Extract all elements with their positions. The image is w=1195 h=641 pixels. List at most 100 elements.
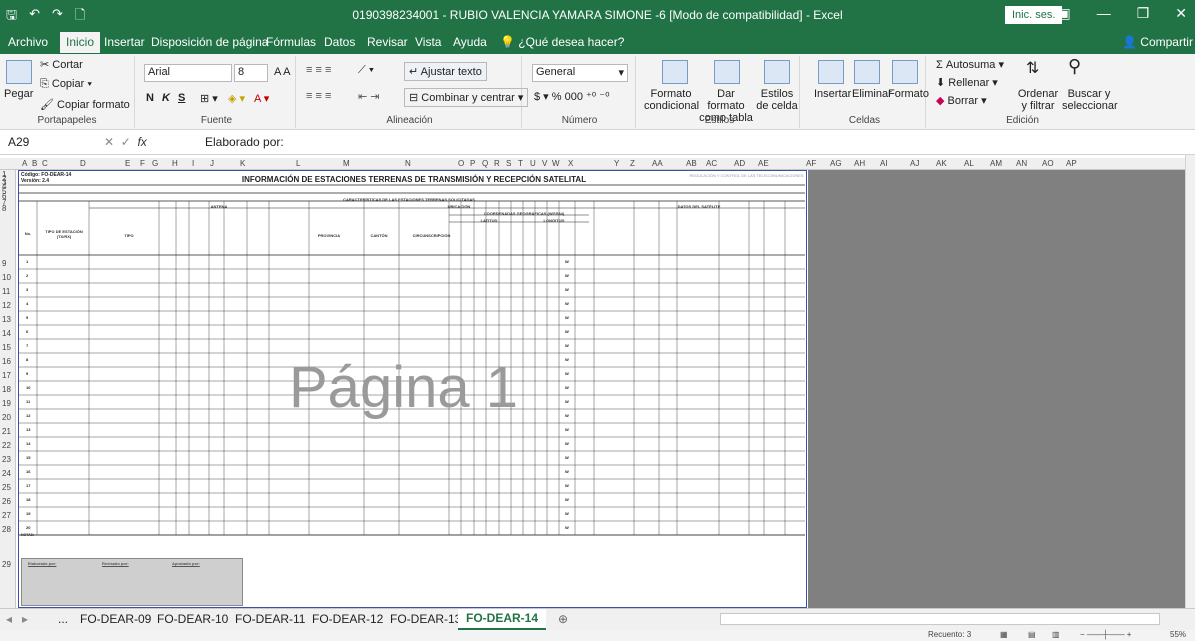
currency-icon[interactable]: $ ▾ % 000 ⁺⁰ ⁻⁰ [534, 90, 610, 103]
column-header[interactable]: Y [614, 159, 619, 168]
italic-button[interactable]: K [162, 92, 170, 104]
column-header[interactable]: C [42, 159, 48, 168]
format-painter-button[interactable]: 🖌 Copiar formato [40, 98, 130, 111]
view-pagebreak-icon[interactable]: ▥ [1052, 630, 1060, 639]
column-header[interactable]: AF [806, 159, 816, 168]
signin-button[interactable]: Inic. ses. [1005, 6, 1063, 24]
column-header[interactable]: B [32, 159, 37, 168]
borders-icon[interactable]: ⊞ ▾ [200, 92, 218, 105]
formula-input[interactable]: Elaborado por: [205, 135, 284, 149]
column-header[interactable]: N [405, 159, 411, 168]
row-header[interactable]: 14 [2, 329, 11, 338]
column-header[interactable]: S [506, 159, 511, 168]
page-break-gray-area[interactable] [808, 170, 1185, 608]
column-header[interactable]: AJ [910, 159, 919, 168]
column-header[interactable]: AK [936, 159, 947, 168]
vertical-scrollbar[interactable] [1185, 155, 1195, 610]
find-select-button[interactable]: Buscar y seleccionar [1062, 88, 1118, 112]
add-sheet-icon[interactable]: ⊕ [558, 612, 568, 626]
horizontal-scrollbar[interactable] [720, 613, 1160, 625]
tab-revisar[interactable]: Revisar [367, 35, 408, 49]
share-button[interactable]: 👤 Compartir [1122, 35, 1193, 49]
ribbon-display-icon[interactable]: ▣ [1057, 5, 1070, 22]
minimize-icon[interactable]: — [1097, 5, 1111, 22]
column-header[interactable]: H [172, 159, 178, 168]
insert-cells-icon[interactable] [818, 60, 844, 84]
conditional-format-button[interactable]: Formato condicional [644, 88, 699, 112]
font-name-box[interactable]: Arial [144, 64, 232, 82]
tab-disposicion[interactable]: Disposición de página [151, 35, 268, 49]
column-header[interactable]: L [296, 159, 300, 168]
restore-icon[interactable]: ❐ [1137, 5, 1150, 22]
row-header[interactable]: 25 [2, 483, 11, 492]
column-header[interactable]: AP [1066, 159, 1077, 168]
delete-cells-button[interactable]: Eliminar [852, 88, 892, 100]
font-size-box[interactable]: 8 [234, 64, 268, 82]
column-header[interactable]: AH [854, 159, 865, 168]
number-format-box[interactable]: General ▾ [532, 64, 628, 82]
format-cells-icon[interactable] [892, 60, 918, 84]
cancel-icon[interactable]: ✕ [104, 135, 114, 149]
column-header[interactable]: AB [686, 159, 697, 168]
orientation-icon[interactable]: ⟋ ▾ [358, 64, 374, 77]
format-cells-button[interactable]: Formato [888, 88, 929, 100]
enter-icon[interactable]: ✓ [121, 135, 131, 149]
sheet-tab-fo-dear-10[interactable]: FO-DEAR-10 [157, 612, 228, 626]
row-header[interactable]: 23 [2, 455, 11, 464]
sort-filter-button[interactable]: Ordenar y filtrar [1014, 88, 1062, 112]
tab-formulas[interactable]: Fórmulas [266, 35, 316, 49]
column-header[interactable]: Q [482, 159, 488, 168]
column-header[interactable]: AN [1016, 159, 1027, 168]
tab-inicio[interactable]: Inicio [60, 32, 101, 53]
zoom-slider[interactable]: − ——┼—— + [1080, 630, 1131, 639]
row-header[interactable]: 17 [2, 371, 11, 380]
row-header[interactable]: 18 [2, 385, 11, 394]
column-header[interactable]: O [458, 159, 464, 168]
tab-insertar[interactable]: Insertar [104, 35, 145, 49]
fill-color-icon[interactable]: ◈ ▾ [228, 92, 245, 105]
view-normal-icon[interactable]: ▦ [1000, 630, 1008, 639]
row-header[interactable]: 27 [2, 511, 11, 520]
tab-archivo[interactable]: Archivo [8, 35, 48, 49]
fx-icon[interactable]: fx [137, 135, 146, 149]
column-header[interactable]: P [470, 159, 475, 168]
column-header[interactable]: AD [734, 159, 745, 168]
align-top-icon[interactable]: ≡ ≡ ≡ [306, 64, 331, 76]
row-header[interactable]: 12 [2, 301, 11, 310]
column-header[interactable]: M [343, 159, 350, 168]
cell-styles-button[interactable]: Estilos de celda [754, 88, 800, 112]
column-header[interactable]: W [552, 159, 560, 168]
indent-icon[interactable]: ⇤ ⇥ [358, 90, 380, 103]
column-header[interactable]: F [140, 159, 145, 168]
column-header[interactable]: T [518, 159, 523, 168]
row-header[interactable]: 16 [2, 357, 11, 366]
column-header[interactable]: AM [990, 159, 1002, 168]
sort-icon[interactable]: ⇅ [1026, 58, 1039, 78]
fill-button[interactable]: ⬇ Rellenar ▾ [936, 76, 998, 89]
clear-button[interactable]: ◆ Borrar ▾ [936, 94, 987, 107]
worksheet-grid[interactable]: A B C D E F G H I J K L M N O P Q R S T U V W X Y Z AA AB AC AD AE AF AG… [0, 158, 1195, 608]
column-header[interactable]: AA [652, 159, 663, 168]
conditional-format-icon[interactable] [662, 60, 688, 84]
cut-button[interactable]: ✂ Cortar [40, 58, 83, 71]
row-header[interactable]: 20 [2, 413, 11, 422]
row-header[interactable]: 9 [2, 259, 6, 268]
close-icon[interactable]: ✕ [1175, 5, 1187, 22]
row-header[interactable]: 28 [2, 525, 11, 534]
grow-font-icon[interactable]: A A [274, 66, 291, 78]
column-header[interactable]: AG [830, 159, 842, 168]
column-header[interactable]: J [210, 159, 214, 168]
column-header[interactable]: AL [964, 159, 974, 168]
cell-styles-icon[interactable] [764, 60, 790, 84]
row-header[interactable]: 24 [2, 469, 11, 478]
merge-center-button[interactable]: ⊟ Combinar y centrar ▾ [404, 88, 529, 107]
column-header[interactable]: V [542, 159, 547, 168]
wrap-text-button[interactable]: ↵ Ajustar texto [404, 62, 487, 81]
row-header[interactable]: 13 [2, 315, 11, 324]
tab-ayuda[interactable]: Ayuda [453, 35, 487, 49]
tab-scroll-left-icon[interactable]: ◂ [6, 612, 12, 626]
column-header[interactable]: K [240, 159, 245, 168]
column-header[interactable]: AC [706, 159, 717, 168]
font-color-icon[interactable]: A ▾ [254, 92, 269, 105]
row-header[interactable]: 11 [2, 287, 10, 296]
